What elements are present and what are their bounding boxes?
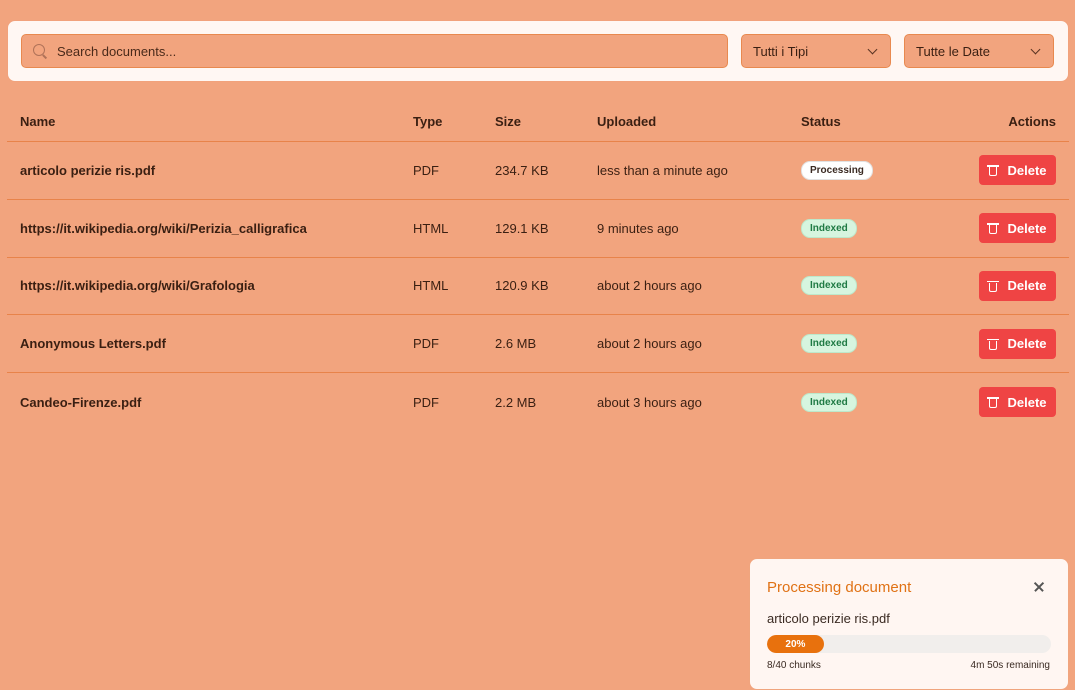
document-size: 120.9 KB (495, 278, 549, 294)
chevron-down-icon (867, 44, 878, 54)
delete-label: Delete (1007, 278, 1047, 294)
toast-title: Processing document (767, 579, 912, 596)
header-size: Size (495, 114, 522, 129)
delete-label: Delete (1007, 220, 1047, 236)
search-icon (32, 43, 48, 59)
status-badge: Processing (801, 160, 873, 180)
progress-fill: 20% (767, 635, 824, 653)
document-name[interactable]: articolo perizie ris.pdf (20, 163, 155, 178)
header-actions: Actions (1008, 114, 1056, 129)
table-row: https://it.wikipedia.org/wiki/Grafologia… (7, 258, 1069, 316)
delete-label: Delete (1007, 162, 1047, 178)
date-filter-select[interactable]: Tutte le Date (904, 34, 1054, 68)
table-row: Anonymous Letters.pdf PDF 2.6 MB about 2… (7, 315, 1069, 374)
header-name: Name (20, 114, 56, 129)
document-type: HTML (413, 220, 449, 236)
table-header: Name Type Size Uploaded Status Actions (7, 102, 1069, 142)
processing-toast: Processing document articolo perizie ris… (749, 558, 1069, 690)
time-remaining: 4m 50s remaining (970, 660, 1050, 671)
document-size: 2.6 MB (495, 336, 537, 352)
chevron-down-icon (1030, 44, 1041, 54)
status-badge: Indexed (801, 334, 857, 354)
document-name[interactable]: Candeo-Firenze.pdf (20, 395, 141, 410)
chunks-count: 8/40 chunks (767, 660, 821, 671)
documents-table: Name Type Size Uploaded Status Actions a… (7, 102, 1069, 431)
header-uploaded: Uploaded (597, 114, 657, 129)
close-icon[interactable] (1032, 580, 1046, 594)
trash-icon (987, 338, 1000, 350)
status-badge: Indexed (801, 218, 857, 238)
delete-label: Delete (1007, 336, 1047, 352)
type-filter-select[interactable]: Tutti i Tipi (741, 34, 891, 68)
delete-button[interactable]: Delete (979, 155, 1056, 186)
table-row: Candeo-Firenze.pdf PDF 2.2 MB about 3 ho… (7, 373, 1069, 431)
document-size: 234.7 KB (495, 162, 549, 178)
type-filter-value: Tutti i Tipi (753, 43, 809, 59)
delete-button[interactable]: Delete (979, 328, 1056, 359)
trash-icon (987, 396, 1000, 409)
document-uploaded: 9 minutes ago (597, 220, 679, 236)
document-uploaded: about 3 hours ago (597, 394, 702, 410)
document-name[interactable]: Anonymous Letters.pdf (20, 336, 166, 351)
document-uploaded: less than a minute ago (597, 162, 728, 178)
document-type: PDF (413, 394, 439, 410)
document-uploaded: about 2 hours ago (597, 336, 702, 352)
table-row: articolo perizie ris.pdf PDF 234.7 KB le… (7, 142, 1069, 200)
status-badge: Indexed (801, 276, 857, 296)
header-status: Status (801, 114, 841, 129)
trash-icon (987, 164, 1000, 177)
document-size: 2.2 MB (495, 394, 537, 410)
filter-toolbar: Tutti i Tipi Tutte le Date (7, 20, 1069, 82)
document-size: 129.1 KB (495, 220, 549, 236)
progress-bar: 20% (767, 635, 1051, 653)
document-type: HTML (413, 278, 449, 294)
document-type: PDF (413, 162, 439, 178)
document-name[interactable]: https://it.wikipedia.org/wiki/Perizia_ca… (20, 221, 307, 236)
delete-label: Delete (1007, 394, 1047, 410)
delete-button[interactable]: Delete (979, 270, 1056, 301)
table-row: https://it.wikipedia.org/wiki/Perizia_ca… (7, 200, 1069, 258)
trash-icon (987, 280, 1000, 292)
document-type: PDF (413, 336, 439, 352)
search-box[interactable] (21, 34, 728, 68)
delete-button[interactable]: Delete (979, 387, 1056, 418)
document-name[interactable]: https://it.wikipedia.org/wiki/Grafologia (20, 278, 255, 293)
date-filter-value: Tutte le Date (916, 43, 990, 59)
delete-button[interactable]: Delete (979, 213, 1056, 244)
document-uploaded: about 2 hours ago (597, 278, 702, 294)
trash-icon (987, 222, 1000, 235)
search-input[interactable] (57, 43, 697, 59)
header-type: Type (413, 114, 443, 129)
toast-filename: articolo perizie ris.pdf (767, 611, 890, 626)
status-badge: Indexed (801, 392, 857, 412)
